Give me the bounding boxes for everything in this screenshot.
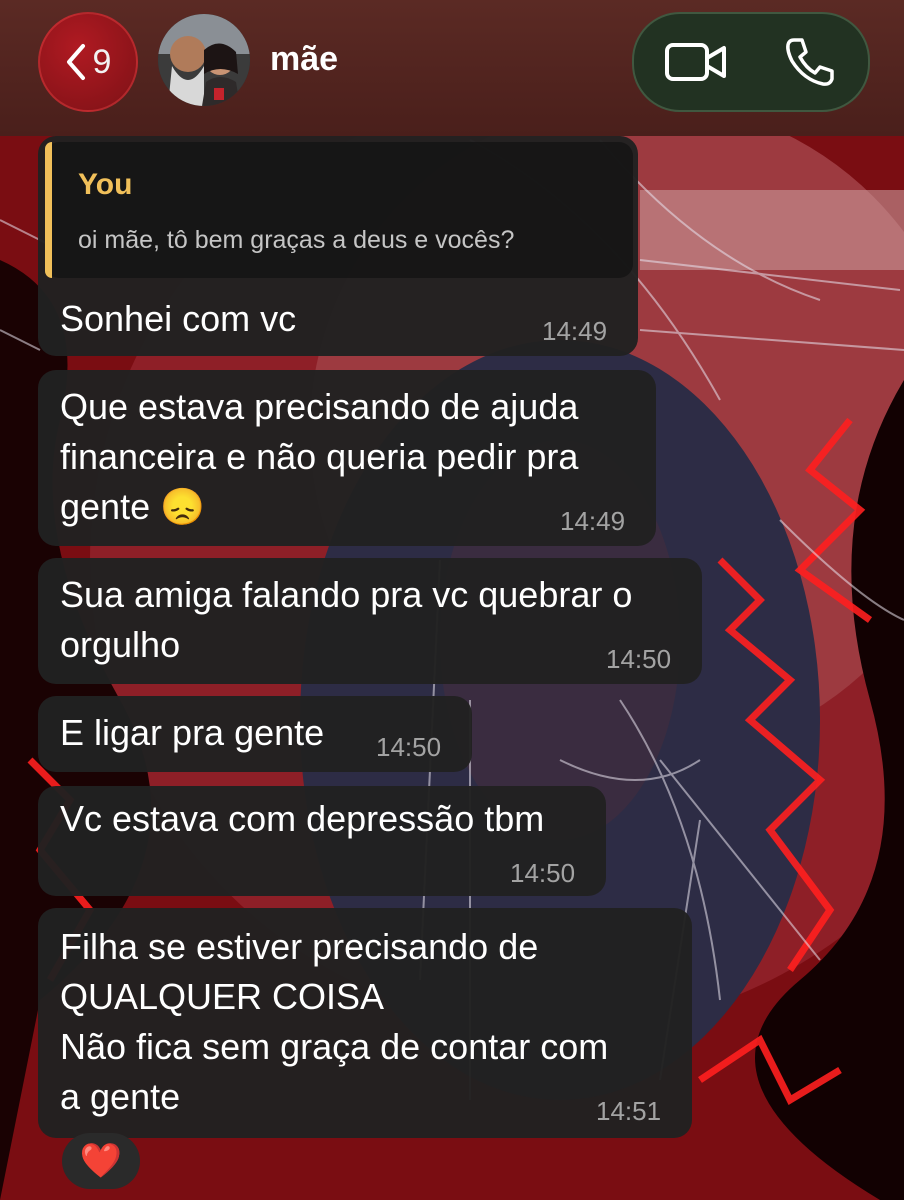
reply-author: You [78,168,133,201]
message-text: E ligar pra gente [60,712,325,753]
chat-header: 9 mãe [0,0,904,136]
message-time: 14:49 [542,316,608,346]
contact-name[interactable]: mãe [270,40,338,79]
reply-text: oi mãe, tô bem graças a deus e vocês? [78,226,515,254]
unread-count: 9 [92,42,112,81]
call-button-group [632,12,870,112]
message-text: Sonhei com vc [60,298,297,339]
avatar-photo [158,14,250,106]
message-time: 14:51 [596,1096,662,1126]
chevron-left-icon [66,44,85,80]
message-bubble[interactable]: Vc estava com depressão tbm 14:50 [38,786,606,896]
message-bubble[interactable]: E ligar pra gente 14:50 [38,696,472,772]
message-time: 14:50 [376,732,442,762]
back-button[interactable]: 9 [38,12,138,112]
message-text: Que estava precisando de ajuda financeir… [60,386,579,527]
message-time: 14:50 [606,644,672,674]
message-bubble[interactable]: Filha se estiver precisando de QUALQUER … [38,908,692,1138]
message-bubble[interactable]: Que estava precisando de ajuda financeir… [38,370,656,546]
phone-icon[interactable] [784,36,836,88]
message-text: Sua amiga falando pra vc quebrar o orgul… [60,574,633,665]
video-camera-icon[interactable] [664,40,728,84]
quoted-reply[interactable]: You oi mãe, tô bem graças a deus e vocês… [45,142,633,278]
message-time: 14:49 [560,506,626,536]
avatar[interactable] [158,14,250,106]
reply-accent-bar [45,142,52,278]
message-text: Filha se estiver precisando de QUALQUER … [60,926,609,1117]
message-time: 14:50 [510,858,576,888]
message-text-container: Sonhei com vc 14:49 [38,292,638,356]
message-bubble[interactable]: Sua amiga falando pra vc quebrar o orgul… [38,558,702,684]
message-text: Vc estava com depressão tbm [60,798,545,839]
heart-reaction[interactable]: ❤️ [62,1133,140,1189]
